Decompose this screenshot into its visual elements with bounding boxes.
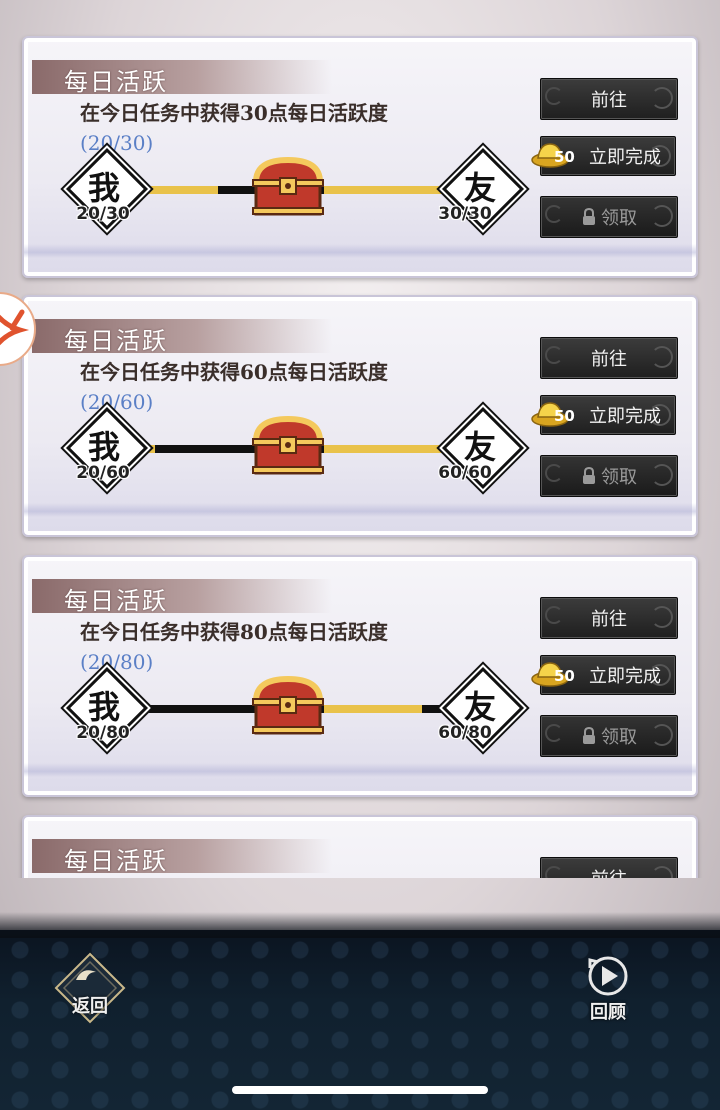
- swirl-ornament-icon: [651, 464, 673, 486]
- swirl-ornament-icon: [545, 87, 563, 105]
- quest-card: 每日活跃 前往: [22, 815, 698, 878]
- go-button-label: 前往: [591, 865, 627, 878]
- go-button-label: 前往: [591, 349, 627, 370]
- friend-count: 60/60: [438, 463, 492, 483]
- claim-button-label: 领取: [601, 727, 637, 748]
- lock-icon: [583, 467, 595, 484]
- lock-icon: [583, 727, 595, 744]
- self-count: 20/80: [76, 723, 130, 743]
- swirl-ornament-icon: [545, 606, 563, 624]
- claim-button-label: 领取: [601, 467, 637, 488]
- quest-card: 每日活跃 在今日任务中获得30点每日活跃度(20/30) 我 20/30 友 3…: [22, 36, 698, 278]
- go-button[interactable]: 前往: [540, 857, 678, 878]
- treasure-chest-icon[interactable]: [250, 415, 326, 477]
- go-button-label: 前往: [591, 90, 627, 111]
- swirl-ornament-icon: [545, 724, 563, 742]
- review-replay-icon[interactable]: [580, 952, 636, 1000]
- quest-description-text: 在今日任务中获得30点每日活跃度: [80, 101, 388, 125]
- quest-list[interactable]: 每日活跃 在今日任务中获得30点每日活跃度(20/30) 我 20/30 友 3…: [0, 0, 720, 878]
- swirl-ornament-icon: [545, 205, 563, 223]
- quest-description-text: 在今日任务中获得60点每日活跃度: [80, 360, 388, 384]
- right-progress-fill: [324, 186, 454, 194]
- quest-title: 每日活跃: [64, 587, 168, 615]
- instant-cost: 50: [554, 407, 575, 425]
- go-button-label: 前往: [591, 609, 627, 630]
- quest-title: 每日活跃: [64, 68, 168, 96]
- swirl-ornament-icon: [651, 724, 673, 746]
- quest-description: 在今日任务中获得60点每日活跃度 (20/60): [80, 357, 410, 417]
- friend-count: 30/30: [438, 204, 492, 224]
- swirl-ornament-icon: [651, 346, 673, 368]
- friend-count: 60/80: [438, 723, 492, 743]
- quest-description: 在今日任务中获得80点每日活跃度 (20/80): [80, 617, 410, 677]
- quest-progress-text: (20/80): [80, 650, 154, 674]
- quest-description-text: 在今日任务中获得80点每日活跃度: [80, 620, 388, 644]
- swirl-ornament-icon: [545, 346, 563, 364]
- right-progress-fill: [324, 445, 454, 453]
- side-shortcut-tab[interactable]: [0, 292, 36, 366]
- home-indicator[interactable]: [232, 1086, 488, 1094]
- go-button[interactable]: 前往: [540, 597, 678, 639]
- instant-cost: 50: [554, 148, 575, 166]
- instant-cost: 50: [554, 667, 575, 685]
- right-progress-fill: [324, 705, 422, 713]
- quest-progress-text: (20/60): [80, 390, 154, 414]
- quest-title: 每日活跃: [64, 327, 168, 355]
- quest-card: 每日活跃 在今日任务中获得60点每日活跃度(20/60) 我 20/60 友 6…: [22, 295, 698, 537]
- self-count: 20/30: [76, 204, 130, 224]
- claim-button-label: 领取: [601, 208, 637, 229]
- swirl-ornament-icon: [651, 205, 673, 227]
- swirl-ornament-icon: [649, 145, 671, 167]
- swirl-ornament-icon: [649, 664, 671, 686]
- quest-title: 每日活跃: [64, 847, 168, 875]
- swirl-ornament-icon: [545, 866, 563, 878]
- treasure-chest-icon[interactable]: [250, 675, 326, 737]
- claim-button-disabled[interactable]: 领取: [540, 455, 678, 497]
- review-label[interactable]: 回顾: [580, 998, 636, 1024]
- swirl-ornament-icon: [651, 606, 673, 628]
- back-label: 返回: [72, 996, 108, 1017]
- swirl-ornament-icon: [651, 866, 673, 878]
- self-count: 20/60: [76, 463, 130, 483]
- quest-description: 在今日任务中获得30点每日活跃度 (20/30): [80, 98, 410, 158]
- swirl-ornament-icon: [649, 404, 671, 426]
- quest-progress-text: (20/30): [80, 131, 154, 155]
- red-x-logo-icon: [0, 309, 30, 346]
- swirl-ornament-icon: [545, 464, 563, 482]
- go-button[interactable]: 前往: [540, 78, 678, 120]
- swirl-ornament-icon: [651, 87, 673, 109]
- claim-button-disabled[interactable]: 领取: [540, 196, 678, 238]
- claim-button-disabled[interactable]: 领取: [540, 715, 678, 757]
- lock-icon: [583, 208, 595, 225]
- quest-card: 每日活跃 在今日任务中获得80点每日活跃度(20/80) 我 20/80 友 6…: [22, 555, 698, 797]
- treasure-chest-icon[interactable]: [250, 156, 326, 218]
- go-button[interactable]: 前往: [540, 337, 678, 379]
